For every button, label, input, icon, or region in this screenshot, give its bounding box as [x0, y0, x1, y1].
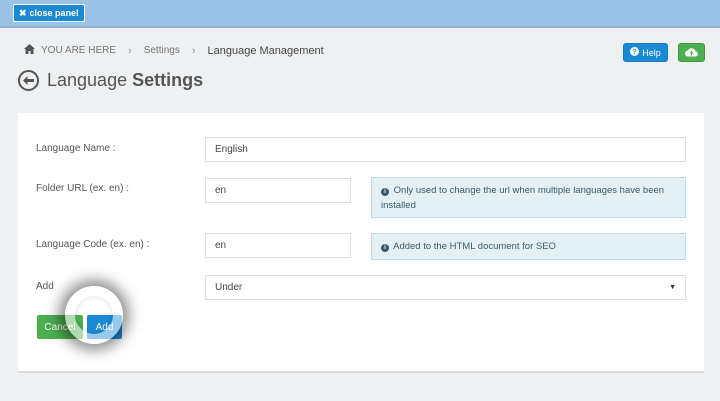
cloud-upload-icon [685, 44, 698, 62]
folder-url-input[interactable]: en [205, 178, 351, 203]
upload-button[interactable] [678, 43, 705, 62]
breadcrumb-separator: › [128, 44, 132, 57]
add-button[interactable]: Add [87, 315, 122, 339]
svg-text:?: ? [633, 47, 637, 56]
breadcrumb-item-settings[interactable]: Settings [144, 45, 180, 56]
breadcrumb-separator: › [191, 44, 196, 57]
breadcrumb-home-label[interactable]: YOU ARE HERE [41, 45, 116, 56]
language-name-label: Language Name : [36, 143, 116, 154]
home-icon[interactable] [24, 44, 35, 57]
top-bar: ✖ close panel [0, 0, 720, 28]
breadcrumb-item-current: Language Management [207, 44, 324, 57]
language-code-info-text: Added to the HTML document for SEO [393, 241, 556, 252]
language-code-label: Language Code (ex. en) : [36, 239, 150, 250]
language-code-info: i Added to the HTML document for SEO [371, 233, 686, 260]
page-title-bold: Settings [132, 70, 204, 90]
close-panel-label: close panel [29, 8, 79, 18]
help-button[interactable]: ? Help [623, 43, 668, 62]
language-code-input[interactable]: en [205, 233, 351, 258]
folder-url-info: i Only used to change the url when multi… [371, 177, 686, 218]
add-label: Add [36, 281, 54, 292]
breadcrumb: YOU ARE HERE › Settings › Language Manag… [24, 44, 324, 57]
back-arrow-icon[interactable] [18, 70, 39, 91]
times-icon: ✖ [19, 8, 27, 18]
info-icon: i [381, 188, 389, 196]
caret-down-icon: ▼ [669, 284, 676, 291]
page-header: Language Settings [18, 70, 203, 91]
help-label: Help [642, 47, 661, 58]
page-title: Language Settings [47, 70, 203, 91]
page-title-regular: Language [47, 70, 128, 90]
info-icon: i [381, 244, 389, 252]
close-panel-button[interactable]: ✖ close panel [13, 4, 85, 22]
add-position-select[interactable]: Under ▼ [205, 275, 686, 300]
add-position-selected: Under [215, 282, 243, 293]
cancel-button[interactable]: Cancel [37, 315, 83, 339]
language-name-input[interactable]: English [205, 137, 686, 162]
form-panel: Language Name : English Folder URL (ex. … [18, 113, 704, 373]
folder-url-label: Folder URL (ex. en) : [36, 183, 129, 194]
question-icon: ? [630, 47, 640, 58]
folder-url-info-text: Only used to change the url when multipl… [381, 185, 665, 211]
